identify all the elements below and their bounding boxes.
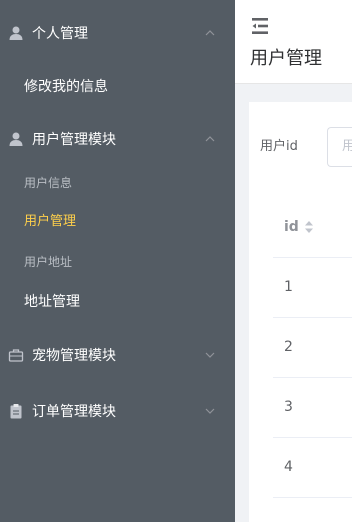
menu-group-order-management[interactable]: 订单管理模块 — [0, 383, 235, 439]
clipboard-icon — [10, 404, 22, 419]
table-row[interactable]: 2 — [273, 318, 352, 378]
chevron-up-icon — [205, 30, 215, 36]
filter-label-user-id: 用户id — [260, 139, 298, 154]
page-header: 用户管理 — [235, 0, 352, 84]
table-cell-id: 3 — [284, 399, 293, 415]
menu-group-label: 个人管理 — [32, 26, 88, 42]
sidebar-item-user-info[interactable]: 用户信息 — [24, 177, 72, 189]
menu-group-user-management[interactable]: 用户管理模块 — [0, 111, 235, 167]
sidebar-item-user-address[interactable]: 用户地址 — [24, 256, 72, 268]
table-row[interactable]: 3 — [273, 378, 352, 438]
menu-group-label: 用户管理模块 — [32, 132, 116, 148]
chevron-down-icon — [205, 408, 215, 414]
sidebar: 个人管理 修改我的信息 用户管理模块 用户信息 用户管理 用户地址 地址管理 宠… — [0, 0, 235, 522]
table-cell-id: 1 — [284, 279, 293, 295]
table-cell-id: 2 — [284, 339, 293, 355]
user-id-input-placeholder: 用 — [342, 139, 352, 154]
table-cell-id: 4 — [284, 459, 293, 475]
column-header-label: id — [284, 219, 299, 235]
menu-group-label: 订单管理模块 — [32, 404, 116, 420]
user-id-input[interactable]: 用 — [327, 127, 352, 167]
chevron-down-icon — [205, 352, 215, 358]
menu-group-personal[interactable]: 个人管理 — [0, 5, 235, 61]
menu-group-label: 宠物管理模块 — [32, 348, 116, 364]
page-title: 用户管理 — [250, 48, 322, 69]
chevron-up-icon — [205, 136, 215, 142]
main-content: 用户管理 用户id 用 id 1 2 3 4 — [235, 0, 352, 522]
table-row[interactable]: 1 — [273, 258, 352, 318]
sidebar-item-user-manage[interactable]: 用户管理 — [24, 215, 76, 228]
briefcase-icon — [8, 349, 24, 362]
menu-group-pet-management[interactable]: 宠物管理模块 — [0, 327, 235, 383]
menu-fold-icon[interactable] — [251, 17, 269, 35]
user-icon — [9, 26, 23, 40]
user-icon — [9, 132, 23, 146]
sort-caret-icon[interactable] — [304, 219, 314, 235]
sidebar-item-edit-my-info[interactable]: 修改我的信息 — [24, 80, 108, 94]
table-row[interactable]: 4 — [273, 438, 352, 498]
sidebar-item-address-manage[interactable]: 地址管理 — [24, 295, 80, 309]
table-header-id[interactable]: id — [273, 198, 352, 258]
